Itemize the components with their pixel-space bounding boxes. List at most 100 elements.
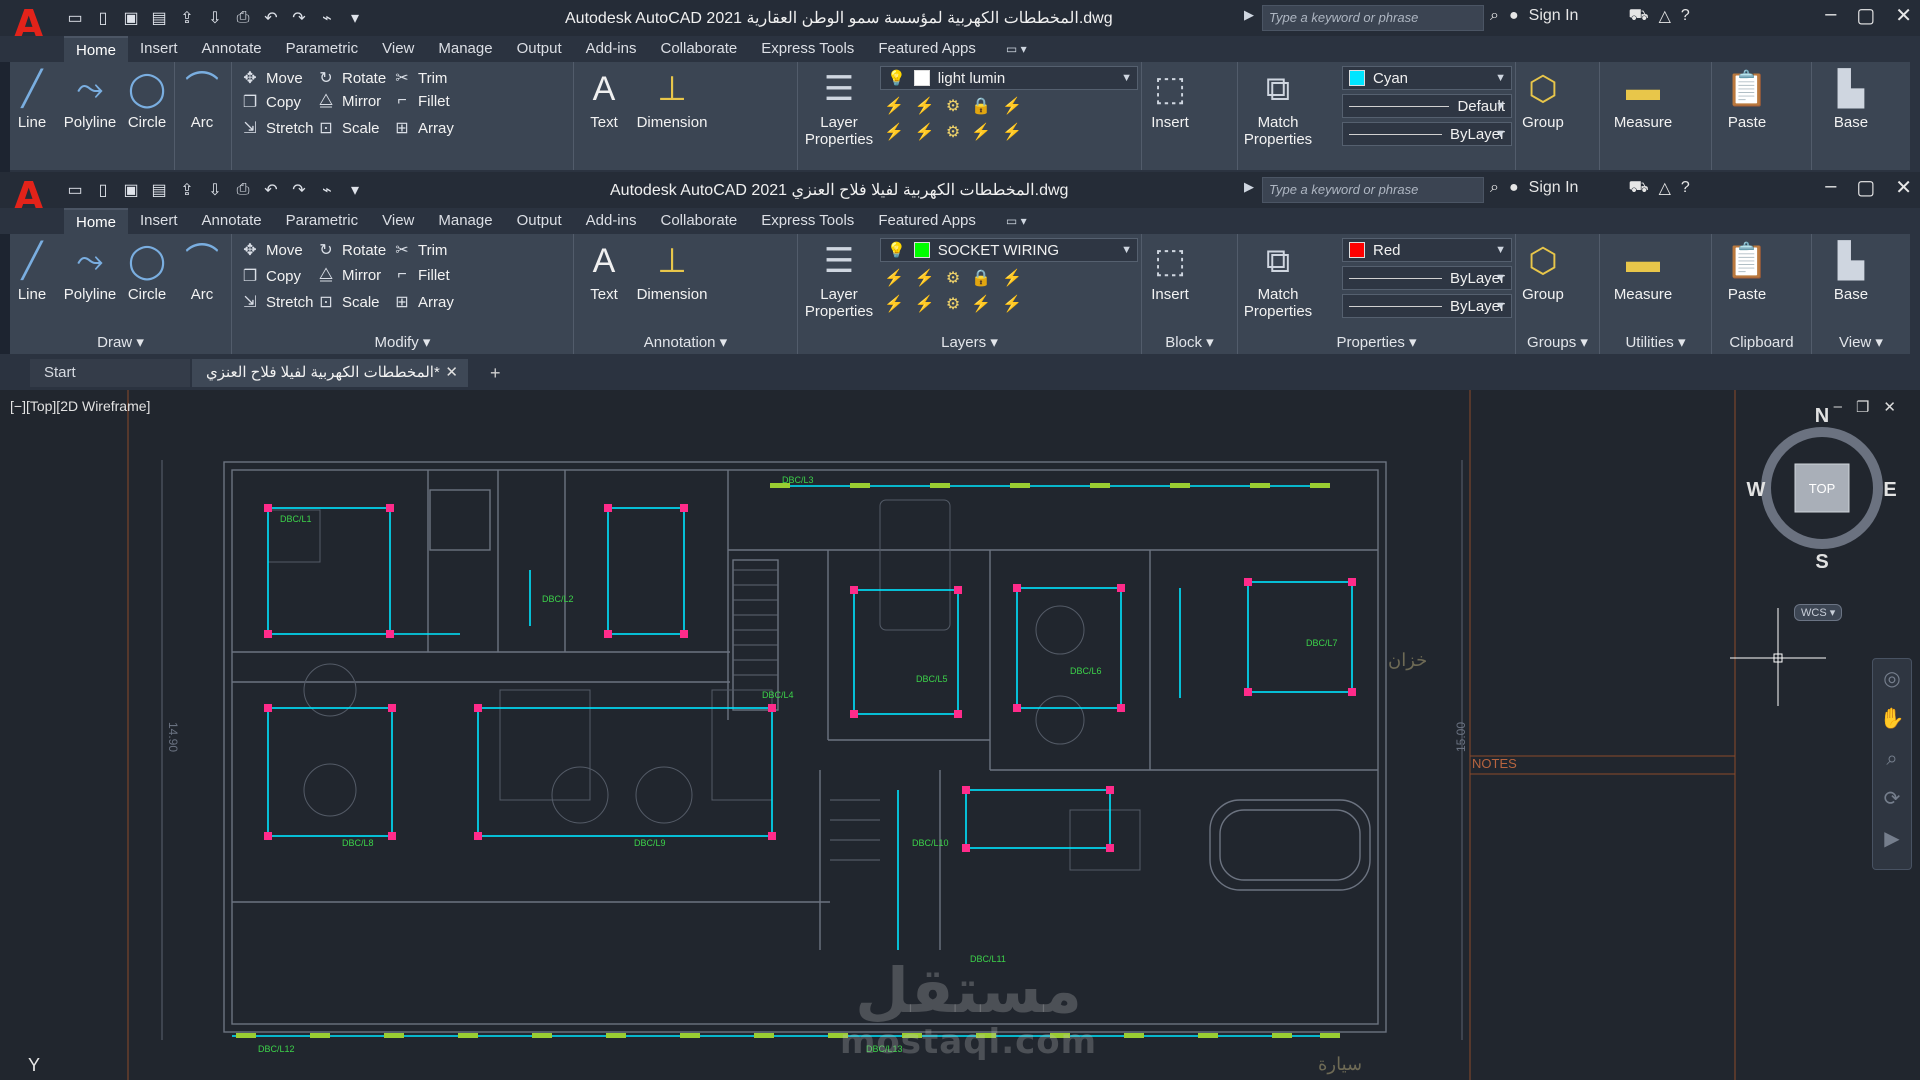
trim-button[interactable]: ✂ Trim xyxy=(392,68,447,88)
tab-home[interactable]: Home xyxy=(64,208,129,234)
layer-properties-button[interactable]: ☰ Layer Properties xyxy=(802,68,876,148)
insert-button[interactable]: ⬚ Insert xyxy=(1146,240,1194,303)
autodesk-a360-icon[interactable]: △ xyxy=(1659,6,1671,26)
redo-icon[interactable]: ↷ xyxy=(288,8,310,28)
viewport-close-icon[interactable]: ✕ xyxy=(1883,398,1896,416)
open-icon[interactable]: ▯ xyxy=(92,180,114,200)
redo-icon[interactable]: ↷ xyxy=(288,180,310,200)
stretch-button[interactable]: ⇲ Stretch xyxy=(240,118,313,138)
user-icon[interactable]: ● xyxy=(1509,7,1519,25)
move-button[interactable]: ✥ Move xyxy=(240,68,302,88)
web-save-icon[interactable]: ⇩ xyxy=(204,180,226,200)
linetype-dropdown[interactable]: Default ▼ xyxy=(1342,94,1512,118)
maximize-icon[interactable]: ▢ xyxy=(1856,175,1875,200)
layer-tools-row-1[interactable]: ⚡ ⚡ ⚙ 🔒 ⚡ xyxy=(884,268,1022,288)
new-tab-icon[interactable]: + xyxy=(476,359,515,387)
color-dropdown[interactable]: Cyan ▼ xyxy=(1342,66,1512,90)
tab-express-tools[interactable]: Express Tools xyxy=(749,208,866,234)
tab-parametric[interactable]: Parametric xyxy=(274,36,371,62)
tab-output[interactable]: Output xyxy=(505,36,574,62)
color-dropdown[interactable]: Red ▼ xyxy=(1342,238,1512,262)
arc-button[interactable]: ⌒ Arc xyxy=(177,68,227,131)
polyline-button[interactable]: ⤳ Polyline xyxy=(60,68,120,131)
line-button[interactable]: ╱ Line xyxy=(14,68,50,131)
mirror-button[interactable]: ⧋ Mirror xyxy=(316,266,381,284)
tab-insert[interactable]: Insert xyxy=(128,36,190,62)
base-view-button[interactable]: ▙ Base xyxy=(1826,68,1876,131)
layer-tools-row-2[interactable]: ⚡ ⚡ ⚙ ⚡ ⚡ xyxy=(884,122,1022,142)
panel-title-properties[interactable]: Properties ▾ xyxy=(1238,332,1515,354)
panel-title-annotation[interactable]: Annotation ▾ xyxy=(574,332,797,354)
plot-icon[interactable]: ⎙ xyxy=(232,180,254,200)
panel-title-draw[interactable]: Draw ▾ xyxy=(10,332,231,354)
copy-button[interactable]: ❐ Copy xyxy=(240,92,301,112)
array-button[interactable]: ⊞ Array xyxy=(392,292,454,312)
user-icon[interactable]: ● xyxy=(1509,179,1519,197)
tab-home[interactable]: Home xyxy=(64,36,129,62)
tab-view[interactable]: View xyxy=(370,36,426,62)
ribbon-minimize-icon[interactable]: ▭ ▾ xyxy=(1006,42,1027,56)
autocad-window-back[interactable]: A ▭ ▯ ▣ ▤ ⇪ ⇩ ⎙ ↶ ↷ ⌁ ▾ Autodesk AutoCAD… xyxy=(0,0,1920,172)
pan-icon[interactable]: ✋ xyxy=(1873,699,1911,739)
wcs-menu[interactable]: WCS ▾ xyxy=(1794,604,1843,621)
scale-button[interactable]: ⊡ Scale xyxy=(316,292,379,312)
base-view-button[interactable]: ▙ Base xyxy=(1826,240,1876,303)
search-input[interactable]: Type a keyword or phrase xyxy=(1262,177,1484,203)
zoom-icon[interactable]: ⌕ xyxy=(1873,739,1911,779)
layer-properties-button[interactable]: ☰ Layer Properties xyxy=(802,240,876,320)
viewport-label[interactable]: [−][Top][2D Wireframe] xyxy=(10,398,150,414)
panel-title-view[interactable]: View ▾ xyxy=(1812,332,1910,354)
steering-wheel-icon[interactable]: ◎ xyxy=(1873,659,1911,699)
panel-title-clipboard[interactable]: Clipboard xyxy=(1712,332,1811,354)
sign-in-link[interactable]: Sign In xyxy=(1529,7,1579,25)
search-expand-icon[interactable]: ▶ xyxy=(1244,179,1254,195)
maximize-icon[interactable]: ▢ xyxy=(1856,3,1875,28)
save-icon[interactable]: ▣ xyxy=(120,180,142,200)
tab-manage[interactable]: Manage xyxy=(426,208,504,234)
group-button[interactable]: ⬡ Group xyxy=(1518,240,1568,303)
rotate-button[interactable]: ↻ Rotate xyxy=(316,240,386,260)
drawing-area[interactable]: DBC/L1 DBC/L2 DBC/L3 DBC/L4 DBC/L5 DBC/L… xyxy=(0,390,1920,1080)
paste-button[interactable]: 📋 Paste xyxy=(1720,240,1774,303)
scale-button[interactable]: ⊡ Scale xyxy=(316,118,379,138)
match-properties-button[interactable]: ⧉ Match Properties xyxy=(1238,240,1318,320)
undo-icon[interactable]: ↶ xyxy=(260,180,282,200)
close-icon[interactable]: ✕ xyxy=(1895,175,1912,200)
new-icon[interactable]: ▭ xyxy=(64,8,86,28)
rotate-button[interactable]: ↻ Rotate xyxy=(316,68,386,88)
layer-tools-row-2[interactable]: ⚡ ⚡ ⚙ ⚡ ⚡ xyxy=(884,294,1022,314)
panel-title-block[interactable]: Block ▾ xyxy=(1142,332,1237,354)
stretch-button[interactable]: ⇲ Stretch xyxy=(240,292,313,312)
save-icon[interactable]: ▣ xyxy=(120,8,142,28)
tab-drawing[interactable]: المخططات الكهربية لفيلا فلاح العنزي* ✕ xyxy=(192,359,468,387)
share-icon[interactable]: ⌁ xyxy=(316,180,338,200)
polyline-button[interactable]: ⤳ Polyline xyxy=(60,240,120,303)
save-as-icon[interactable]: ▤ xyxy=(148,180,170,200)
autodesk-a360-icon[interactable]: △ xyxy=(1659,178,1671,198)
customize-qat-icon[interactable]: ▾ xyxy=(344,180,366,200)
customize-qat-icon[interactable]: ▾ xyxy=(344,8,366,28)
tab-annotate[interactable]: Annotate xyxy=(190,208,274,234)
measure-button[interactable]: ▬ Measure xyxy=(1610,68,1676,131)
tab-parametric[interactable]: Parametric xyxy=(274,208,371,234)
close-icon[interactable]: ✕ xyxy=(1895,3,1912,28)
match-properties-button[interactable]: ⧉ Match Properties xyxy=(1238,68,1318,148)
measure-button[interactable]: ▬ Measure xyxy=(1610,240,1676,303)
sign-in-link[interactable]: Sign In xyxy=(1529,179,1579,197)
panel-title-layers[interactable]: Layers ▾ xyxy=(798,332,1141,354)
tab-collaborate[interactable]: Collaborate xyxy=(648,208,749,234)
tab-collaborate[interactable]: Collaborate xyxy=(648,36,749,62)
fillet-button[interactable]: ⌐ Fillet xyxy=(392,92,449,110)
line-button[interactable]: ╱ Line xyxy=(14,240,50,303)
mirror-button[interactable]: ⧋ Mirror xyxy=(316,92,381,110)
insert-button[interactable]: ⬚ Insert xyxy=(1146,68,1194,131)
layer-tools-row-1[interactable]: ⚡ ⚡ ⚙ 🔒 ⚡ xyxy=(884,96,1022,116)
paste-button[interactable]: 📋 Paste xyxy=(1720,68,1774,131)
share-icon[interactable]: ⌁ xyxy=(316,8,338,28)
fillet-button[interactable]: ⌐ Fillet xyxy=(392,266,449,284)
group-button[interactable]: ⬡ Group xyxy=(1518,68,1568,131)
ribbon-minimize-icon[interactable]: ▭ ▾ xyxy=(1006,214,1027,228)
trim-button[interactable]: ✂ Trim xyxy=(392,240,447,260)
autocad-window-front[interactable]: A ▭ ▯ ▣ ▤ ⇪ ⇩ ⎙ ↶ ↷ ⌁ ▾ Autodesk AutoCAD… xyxy=(0,172,1920,354)
web-open-icon[interactable]: ⇪ xyxy=(176,180,198,200)
